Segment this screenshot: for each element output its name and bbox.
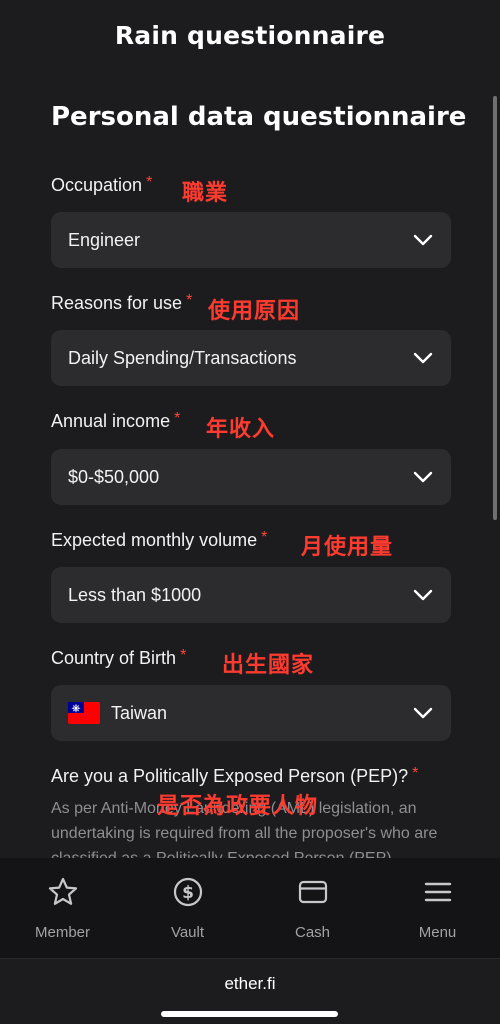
nav-item-member[interactable]: Member (0, 858, 125, 958)
volume-select[interactable]: Less than $1000 (51, 567, 451, 623)
nav-label-menu: Menu (418, 924, 457, 941)
volume-value: Less than $1000 (68, 584, 202, 605)
income-label: Annual income * (51, 410, 181, 432)
reasons-label: Reasons for use * (51, 292, 193, 314)
nav-label-cash: Cash (294, 924, 331, 941)
bottom-nav: Member $ Vault Cash Menu (0, 858, 500, 958)
required-asterisk: * (186, 292, 193, 309)
top-header: Rain questionnaire (0, 0, 500, 72)
dollar-coin-icon: $ (173, 877, 202, 907)
occupation-label-text: Occupation (51, 175, 143, 195)
svg-text:$: $ (182, 883, 194, 903)
reasons-select[interactable]: Daily Spending/Transactions (51, 330, 451, 386)
app-screen: Rain questionnaire Personal data questio… (0, 0, 500, 1024)
volume-label: Expected monthly volume * (51, 529, 268, 551)
country-label: Country of Birth * (51, 647, 187, 669)
required-asterisk: * (261, 529, 268, 546)
country-select[interactable]: Taiwan (51, 685, 451, 741)
card-icon (298, 880, 327, 904)
country-annotation: 出生國家 (222, 653, 315, 678)
page-title: Rain questionnaire (114, 20, 386, 50)
required-asterisk: * (174, 410, 181, 427)
nav-item-vault[interactable]: $ Vault (125, 858, 250, 958)
star-icon (48, 877, 77, 905)
country-value: Taiwan (111, 702, 168, 723)
occupation-label: Occupation * (51, 174, 153, 196)
required-asterisk: * (146, 174, 153, 191)
nav-label-member: Member (34, 924, 90, 941)
home-indicator[interactable] (161, 1011, 338, 1017)
nav-label-vault: Vault (170, 924, 205, 941)
pep-question-text: Are you a Politically Exposed Person (PE… (51, 766, 409, 786)
volume-label-text: Expected monthly volume (51, 530, 258, 550)
pep-annotation: 是否為政要人物 (157, 794, 319, 819)
pep-question: Are you a Politically Exposed Person (PE… (51, 765, 419, 787)
hamburger-menu-icon (424, 882, 451, 902)
reasons-annotation: 使用原因 (208, 299, 301, 324)
volume-annotation: 月使用量 (301, 535, 394, 560)
taiwan-flag-icon (68, 702, 100, 724)
occupation-value: Engineer (68, 229, 141, 250)
country-label-text: Country of Birth (51, 648, 177, 668)
nav-item-menu[interactable]: Menu (375, 858, 500, 958)
chevron-down-icon (413, 471, 433, 483)
income-select[interactable]: $0-$50,000 (51, 449, 451, 505)
chevron-down-icon (413, 707, 433, 719)
chevron-down-icon (413, 589, 433, 601)
browser-url[interactable]: ether.fi (0, 974, 500, 994)
chevron-down-icon (413, 352, 433, 364)
chevron-down-icon (413, 234, 433, 246)
income-annotation: 年收入 (206, 417, 276, 442)
nav-item-cash[interactable]: Cash (250, 858, 375, 958)
reasons-label-text: Reasons for use (51, 293, 183, 313)
income-label-text: Annual income (51, 411, 171, 431)
occupation-annotation: 職業 (182, 181, 229, 206)
reasons-value: Daily Spending/Transactions (68, 347, 297, 368)
browser-address-bar[interactable]: ether.fi (0, 958, 500, 1024)
required-asterisk: * (412, 765, 419, 782)
income-value: $0-$50,000 (68, 466, 160, 487)
questionnaire-content[interactable]: Personal data questionnaire Occupation * … (0, 72, 500, 858)
required-asterisk: * (180, 647, 187, 664)
occupation-select[interactable]: Engineer (51, 212, 451, 268)
scrollbar[interactable] (493, 96, 497, 520)
form-title: Personal data questionnaire (51, 102, 467, 132)
